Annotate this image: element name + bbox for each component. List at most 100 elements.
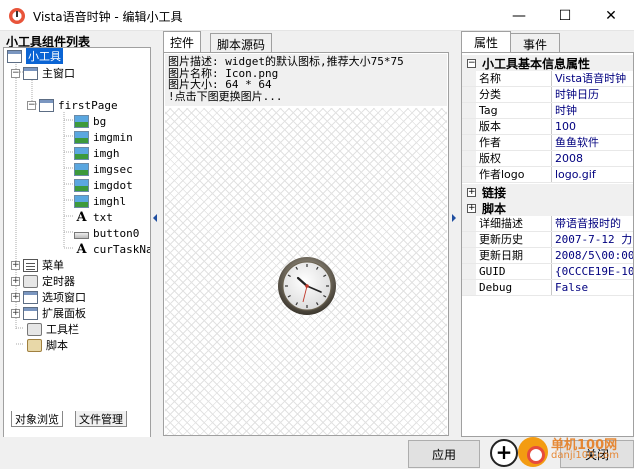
property-value[interactable]: 时钟日历 bbox=[552, 87, 633, 102]
tree-item-imgdot[interactable]: imgdot bbox=[74, 177, 133, 193]
property-value[interactable]: 2008 bbox=[552, 151, 633, 166]
tree-item-label: imgsec bbox=[93, 162, 133, 176]
property-row-tag[interactable]: Tag 时钟 bbox=[462, 103, 633, 119]
expand-toggle-icon[interactable]: + bbox=[11, 276, 20, 286]
property-row-copyright[interactable]: 版权 2008 bbox=[462, 151, 633, 167]
clock-widget-icon[interactable] bbox=[277, 256, 337, 316]
tree-item-options-window[interactable]: + 选项窗口 bbox=[11, 289, 86, 305]
tree-item-extension-panel[interactable]: + 扩展面板 bbox=[11, 305, 86, 321]
property-row-author-logo[interactable]: 作者logo logo.gif bbox=[462, 167, 633, 183]
tree-item-imgmin[interactable]: imgmin bbox=[74, 129, 133, 145]
tree-item-label: txt bbox=[93, 210, 113, 224]
property-name: Tag bbox=[476, 103, 552, 118]
tree-item-menu[interactable]: + 菜单 bbox=[11, 257, 64, 273]
image-icon bbox=[74, 114, 89, 128]
property-row-version[interactable]: 版本 100 bbox=[462, 119, 633, 135]
tree-item-curtasknam[interactable]: A curTaskNam bbox=[74, 241, 150, 257]
tab-file-manager[interactable]: 文件管理 bbox=[75, 411, 127, 427]
collapse-toggle-icon[interactable]: − bbox=[27, 100, 36, 110]
tree-item-button0[interactable]: button0 bbox=[74, 225, 139, 241]
window-title: Vista语音时钟 - 编辑小工具 bbox=[33, 10, 183, 24]
collapse-toggle-icon[interactable]: − bbox=[467, 58, 476, 68]
property-value[interactable]: {0CCCE19E-10 bbox=[552, 264, 633, 279]
image-size: 图片大小: 64 * 64 bbox=[168, 78, 272, 91]
tree-item-imghl[interactable]: imghl bbox=[74, 193, 126, 209]
property-row-update-history[interactable]: 更新历史 2007-7-12 力 bbox=[462, 232, 633, 248]
tree-item-label: firstPage bbox=[58, 98, 118, 112]
collapse-left-arrow-icon[interactable] bbox=[153, 214, 157, 222]
property-grid: − 小工具基本信息属性 名称 Vista语音时钟 分类 时钟日历 Tag 时钟 … bbox=[461, 52, 634, 437]
tree-item-timer[interactable]: + 定时器 bbox=[11, 273, 75, 289]
expand-toggle-icon[interactable]: + bbox=[467, 203, 476, 213]
expand-toggle-icon[interactable]: + bbox=[467, 187, 476, 197]
tree-item-gadget[interactable]: 小工具 bbox=[7, 48, 63, 64]
tree-item-imgh[interactable]: imgh bbox=[74, 145, 120, 161]
script-icon bbox=[27, 338, 42, 352]
property-name: GUID bbox=[476, 264, 552, 279]
tab-object-browser[interactable]: 对象浏览 bbox=[11, 411, 63, 427]
left-splitter[interactable] bbox=[152, 31, 159, 437]
component-tree[interactable]: 小工具 − 主窗口 − firstPage bg imgmin imgh img… bbox=[3, 47, 151, 440]
tree-item-label: curTaskNam bbox=[93, 242, 150, 256]
property-panel: 属性 事件 − 小工具基本信息属性 名称 Vista语音时钟 分类 时钟日历 T… bbox=[458, 31, 634, 437]
property-row-guid[interactable]: GUID {0CCCE19E-10 bbox=[462, 264, 633, 280]
expand-toggle-icon[interactable]: + bbox=[11, 308, 20, 318]
property-row-category[interactable]: 分类 时钟日历 bbox=[462, 87, 633, 103]
tree-item-main-window[interactable]: − 主窗口 bbox=[11, 65, 75, 81]
image-icon bbox=[74, 194, 89, 208]
property-value[interactable]: 鱼鱼软件 bbox=[552, 135, 633, 150]
category-label: 小工具基本信息属性 bbox=[482, 56, 591, 71]
property-value[interactable]: 2007-7-12 力 bbox=[552, 232, 633, 247]
page-icon bbox=[39, 98, 54, 112]
category-basic-info[interactable]: − 小工具基本信息属性 bbox=[462, 55, 633, 71]
right-splitter[interactable] bbox=[450, 31, 457, 437]
change-image-hint: !点击下图更换图片... bbox=[168, 89, 283, 103]
property-name: 版本 bbox=[476, 119, 552, 134]
image-canvas[interactable] bbox=[165, 108, 447, 435]
property-row-debug[interactable]: Debug False bbox=[462, 280, 633, 296]
property-value[interactable]: 时钟 bbox=[552, 103, 633, 118]
property-name: 更新历史 bbox=[476, 232, 552, 247]
tab-properties[interactable]: 属性 bbox=[461, 31, 512, 52]
close-window-button[interactable]: ✕ bbox=[588, 0, 634, 31]
tab-events[interactable]: 事件 bbox=[510, 33, 561, 52]
tree-item-txt[interactable]: A txt bbox=[74, 209, 113, 225]
property-value[interactable]: 带语音报时的 bbox=[552, 216, 633, 231]
property-value[interactable]: 100 bbox=[552, 119, 633, 134]
property-row-author[interactable]: 作者 鱼鱼软件 bbox=[462, 135, 633, 151]
property-name: 更新日期 bbox=[476, 248, 552, 263]
tree-item-firstpage[interactable]: − firstPage bbox=[27, 97, 118, 113]
property-row-name[interactable]: 名称 Vista语音时钟 bbox=[462, 71, 633, 87]
property-row-update-date[interactable]: 更新日期 2008/5\00:00: bbox=[462, 248, 633, 264]
property-row-description[interactable]: 详细描述 带语音报时的 bbox=[462, 216, 633, 232]
image-description: 图片描述: widget的默认图标,推荐大小75*75 bbox=[168, 55, 404, 68]
tree-item-label: 菜单 bbox=[42, 259, 64, 272]
maximize-button[interactable]: ☐ bbox=[542, 0, 588, 31]
category-script[interactable]: + 脚本 bbox=[462, 200, 633, 216]
tree-item-bg[interactable]: bg bbox=[74, 113, 106, 129]
property-value[interactable]: False bbox=[552, 280, 633, 295]
property-value[interactable]: Vista语音时钟 bbox=[552, 71, 633, 86]
add-icon: + bbox=[490, 439, 518, 467]
watermark-url: danji100.com bbox=[551, 450, 619, 461]
watermark-logo-icon bbox=[518, 437, 548, 467]
tree-item-toolbar[interactable]: 工具栏 bbox=[27, 321, 79, 337]
tree-item-label: imgh bbox=[93, 146, 120, 160]
minimize-button[interactable]: — bbox=[496, 0, 542, 31]
property-value[interactable]: 2008/5\00:00: bbox=[552, 248, 633, 263]
category-label: 脚本 bbox=[482, 201, 507, 216]
menu-icon bbox=[23, 258, 38, 272]
apply-button[interactable]: 应用 bbox=[408, 440, 480, 468]
property-value[interactable]: logo.gif bbox=[552, 167, 633, 182]
tree-item-imgsec[interactable]: imgsec bbox=[74, 161, 133, 177]
tree-item-label: 主窗口 bbox=[42, 67, 75, 80]
tree-item-script[interactable]: 脚本 bbox=[27, 337, 68, 353]
collapse-toggle-icon[interactable]: − bbox=[11, 68, 20, 78]
tab-control[interactable]: 控件 bbox=[163, 31, 202, 52]
collapse-right-arrow-icon[interactable] bbox=[452, 214, 456, 222]
expand-toggle-icon[interactable]: + bbox=[11, 292, 20, 302]
tree-item-label: 定时器 bbox=[42, 275, 75, 288]
tab-script-source[interactable]: 脚本源码 bbox=[210, 33, 273, 52]
category-links[interactable]: + 链接 bbox=[462, 184, 633, 200]
expand-toggle-icon[interactable]: + bbox=[11, 260, 20, 270]
